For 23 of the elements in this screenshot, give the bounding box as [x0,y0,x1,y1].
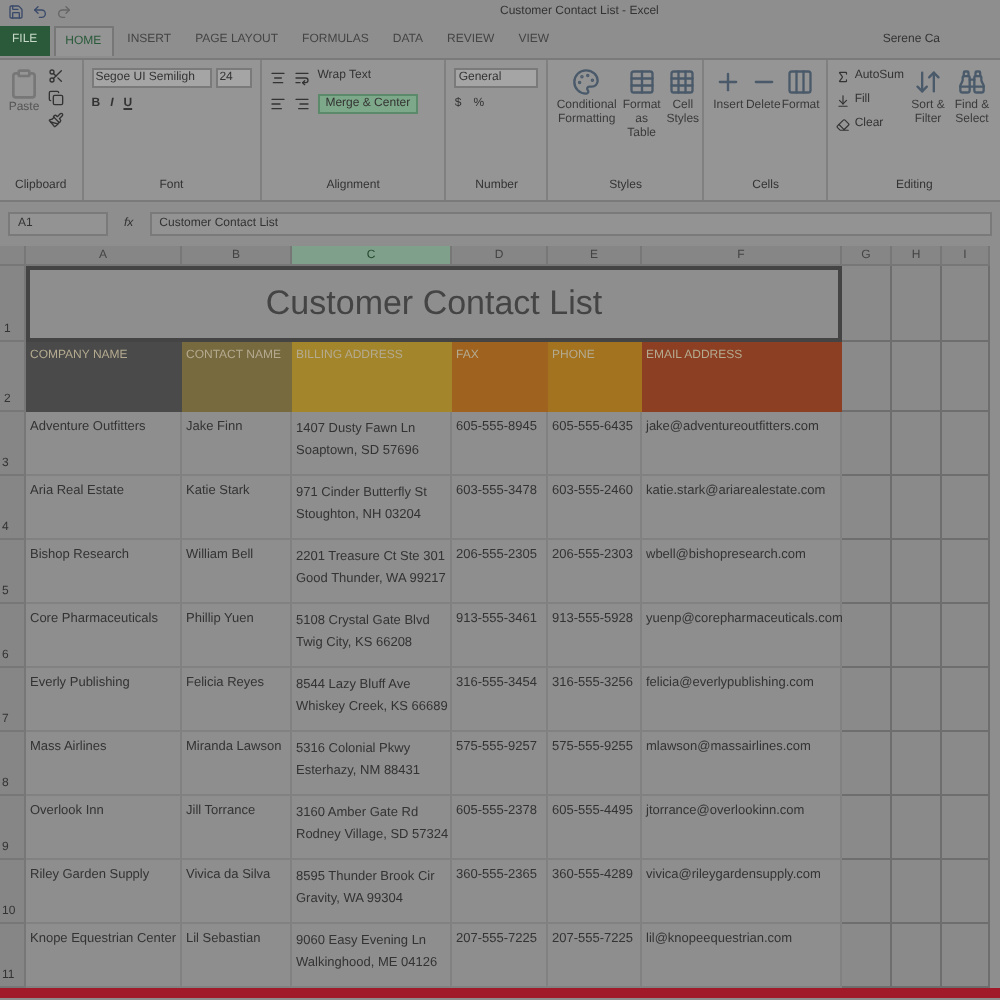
wrap-icon[interactable] [293,69,310,85]
sort-icon [914,68,942,96]
grid-icon [668,68,697,96]
copy-icon[interactable] [48,90,64,106]
select-all-corner[interactable] [0,246,26,266]
plus-icon [714,68,743,96]
save-icon[interactable] [8,4,24,20]
align-icon[interactable] [269,69,286,85]
columns-icon [786,68,815,96]
down-arrow-icon [836,94,851,108]
sigma-icon [836,70,851,84]
sheet-title: Customer Contact List [26,266,842,342]
palette-icon [572,68,601,96]
align-left-icon[interactable] [269,96,286,112]
cut-icon[interactable] [48,68,64,84]
align-right-icon[interactable] [293,96,310,112]
clipboard-icon [8,68,40,100]
redo-icon[interactable] [56,4,72,20]
brush-icon[interactable] [48,112,64,128]
binoculars-icon [958,68,986,96]
table-icon [627,68,656,96]
eraser-icon [836,118,851,132]
undo-icon[interactable] [32,4,48,20]
